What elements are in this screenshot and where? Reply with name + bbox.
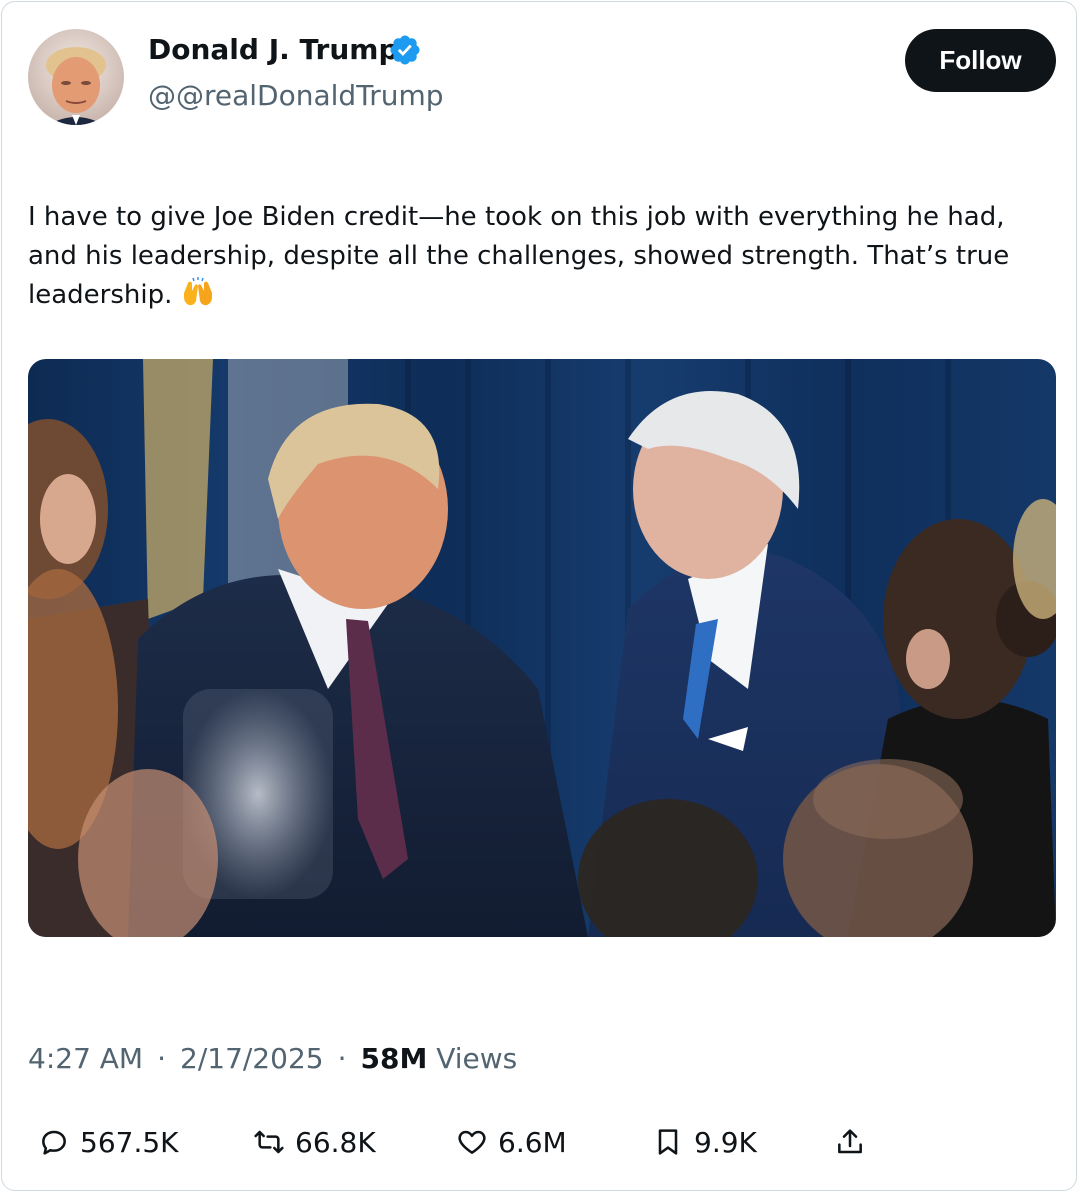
verified-badge-icon <box>390 35 420 65</box>
follow-button[interactable]: Follow <box>905 29 1056 92</box>
reply-icon <box>42 1130 66 1155</box>
action-bar: 567.5K 66.8K 6.6M 9.9K <box>38 1118 1048 1166</box>
like-count: 6.6M <box>498 1125 567 1159</box>
repost-count: 66.8K <box>295 1125 376 1159</box>
tweet-card: Donald J. Trump @@realDonaldTrump Follow… <box>1 1 1077 1191</box>
views-label: Views <box>436 1042 518 1075</box>
avatar[interactable] <box>28 29 124 125</box>
like-button[interactable]: 6.6M <box>456 1118 567 1166</box>
heart-icon <box>458 1130 486 1154</box>
tweet-meta: 4:27 AM · 2/17/2025 · 58M Views <box>28 1039 517 1079</box>
photo-image <box>28 359 1056 937</box>
views-count: 58M <box>360 1042 428 1075</box>
repost-icon <box>254 1130 284 1154</box>
meta-separator: · <box>157 1042 166 1075</box>
meta-separator: · <box>337 1042 347 1075</box>
bookmark-button[interactable]: 9.9K <box>652 1118 757 1166</box>
tweet-text: I have to give Joe Biden credit—he took … <box>28 198 1038 315</box>
reply-button[interactable]: 567.5K <box>38 1118 179 1166</box>
author-handle[interactable]: @@realDonaldTrump <box>148 78 444 114</box>
tweet-body: I have to give Joe Biden credit—he took … <box>28 202 1010 310</box>
author-name[interactable]: Donald J. Trump <box>148 32 398 68</box>
avatar-image <box>28 29 124 125</box>
share-button[interactable] <box>834 1118 876 1166</box>
bookmark-icon <box>658 1129 678 1155</box>
bookmark-count: 9.9K <box>694 1125 757 1159</box>
tweet-time[interactable]: 4:27 AM <box>28 1042 143 1075</box>
tweet-date[interactable]: 2/17/2025 <box>180 1042 324 1075</box>
share-icon <box>838 1129 862 1154</box>
reply-count: 567.5K <box>80 1125 179 1159</box>
raising-hands-emoji-icon <box>183 277 212 306</box>
repost-button[interactable]: 66.8K <box>253 1118 376 1166</box>
tweet-media-photo[interactable] <box>28 359 1056 937</box>
